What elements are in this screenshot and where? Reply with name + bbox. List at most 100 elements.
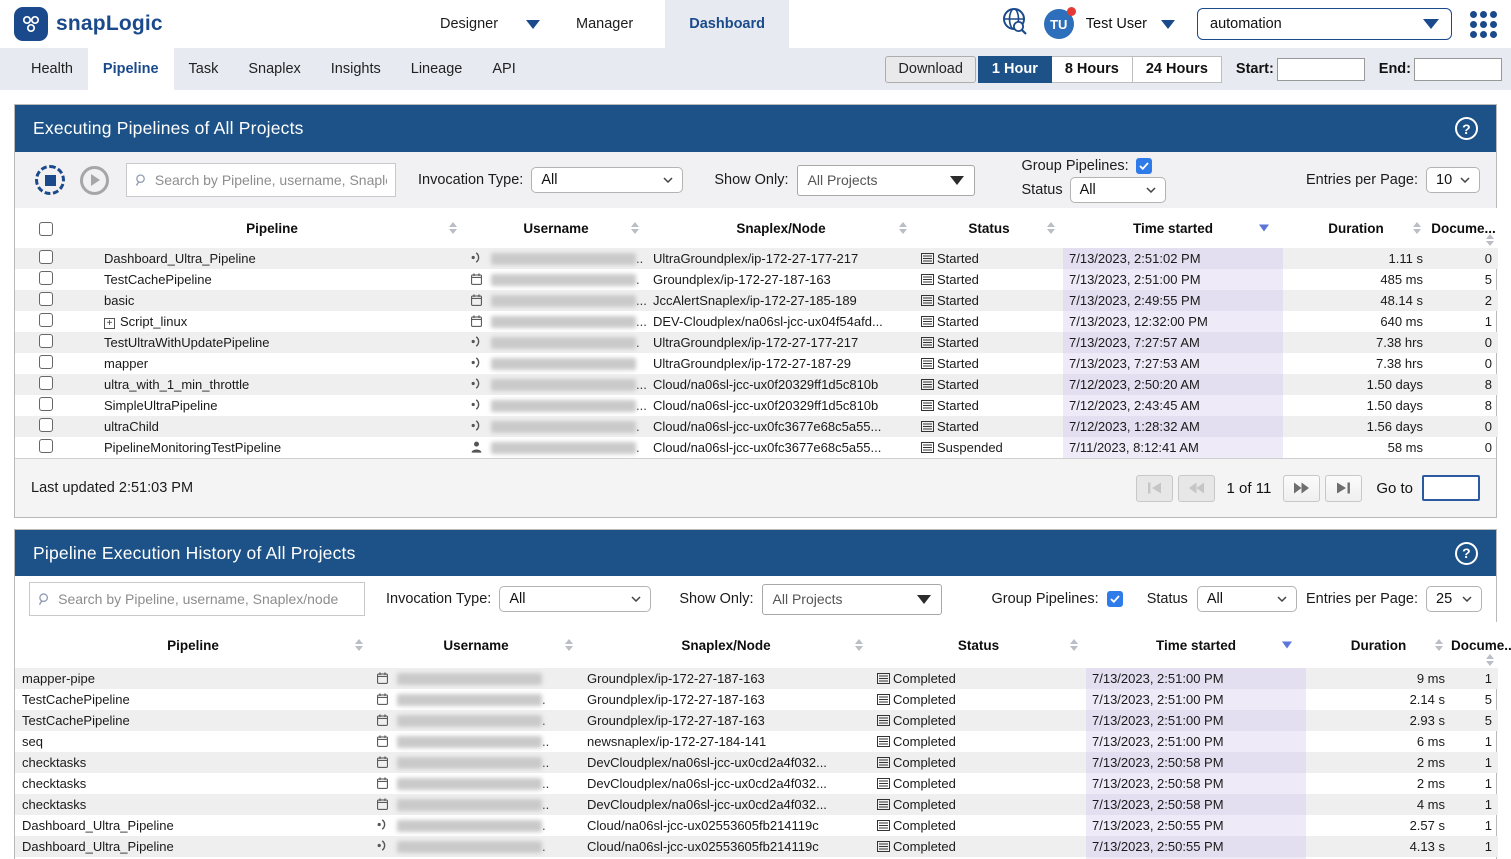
table-row[interactable]: checktasks..DevCloudplex/na06sl-jcc-ux0c… — [15, 773, 1498, 794]
sort-icon[interactable] — [1486, 654, 1494, 666]
table-row[interactable]: TestCachePipeline.Groundplex/ip-172-27-1… — [15, 269, 1498, 290]
help-icon[interactable]: ? — [1455, 117, 1478, 140]
sort-icon[interactable] — [1435, 639, 1443, 651]
invocation-type-select[interactable]: All — [499, 586, 651, 612]
expand-icon[interactable]: + — [104, 318, 115, 329]
group-pipelines-checkbox[interactable] — [1107, 591, 1123, 607]
table-row[interactable]: seq..newsnaplex/ip-172-27-184-141Complet… — [15, 731, 1498, 752]
status-filter-select[interactable]: All — [1197, 586, 1297, 612]
tab-health[interactable]: Health — [16, 48, 88, 90]
time-started-cell: 7/13/2023, 7:27:53 AM — [1063, 353, 1283, 374]
entries-per-page-select[interactable]: 10 — [1426, 167, 1480, 193]
row-checkbox[interactable] — [39, 418, 53, 432]
help-icon[interactable]: ? — [1455, 542, 1478, 565]
table-row[interactable]: TestCachePipeline.Groundplex/ip-172-27-1… — [15, 689, 1498, 710]
sort-icon[interactable] — [631, 222, 639, 234]
org-select[interactable]: automation — [1197, 8, 1452, 40]
tab-snaplex[interactable]: Snaplex — [233, 48, 315, 90]
sort-icon[interactable] — [1047, 222, 1055, 234]
resume-pipeline-button[interactable] — [80, 166, 109, 195]
row-checkbox[interactable] — [39, 250, 53, 264]
table-row[interactable]: +Script_linux...DEV-Cloudplex/na06sl-jcc… — [15, 311, 1498, 332]
tab-task[interactable]: Task — [174, 48, 234, 90]
row-checkbox[interactable] — [39, 313, 53, 327]
table-row[interactable]: Dashboard_Ultra_Pipeline.Cloud/na06sl-jc… — [15, 836, 1498, 857]
row-checkbox[interactable] — [39, 271, 53, 285]
go-to-page-input[interactable] — [1422, 475, 1480, 501]
end-date-input[interactable] — [1414, 58, 1502, 81]
executing-panel-title-bar: Executing Pipelines of All Projects ? — [15, 105, 1496, 152]
table-header-row: Pipeline Username Snaplex/Node Status Ti… — [15, 208, 1498, 248]
executing-search-input[interactable] — [155, 172, 387, 188]
table-row[interactable]: TestCachePipeline.Groundplex/ip-172-27-1… — [15, 710, 1498, 731]
sort-icon[interactable] — [899, 222, 907, 234]
group-pipelines-checkbox[interactable] — [1136, 158, 1152, 174]
snaplogic-logo-icon[interactable] — [14, 7, 48, 41]
nav-dashboard[interactable]: Dashboard — [665, 0, 789, 48]
row-checkbox[interactable] — [39, 376, 53, 390]
table-row[interactable]: Dashboard_Ultra_Pipeline..UltraGroundple… — [15, 248, 1498, 269]
table-row[interactable]: mapper-pipeGroundplex/ip-172-27-187-163C… — [15, 668, 1498, 689]
range-24-hours-button[interactable]: 24 Hours — [1132, 56, 1222, 83]
last-page-button[interactable] — [1325, 475, 1362, 502]
status-filter-select[interactable]: All — [1070, 177, 1166, 203]
sort-icon[interactable] — [355, 639, 363, 651]
masked-username — [491, 274, 636, 286]
apps-grid-icon[interactable] — [1470, 11, 1497, 38]
user-menu-caret-icon[interactable] — [1161, 20, 1175, 29]
table-row[interactable]: basic...JccAlertSnaplex/ip-172-27-185-18… — [15, 290, 1498, 311]
show-only-select[interactable]: All Projects — [797, 165, 975, 196]
range-1-hour-button[interactable]: 1 Hour — [978, 56, 1052, 83]
nav-manager[interactable]: Manager — [566, 0, 643, 48]
nav-designer[interactable]: Designer — [430, 0, 508, 48]
history-search-input[interactable] — [58, 591, 356, 607]
tab-pipeline[interactable]: Pipeline — [88, 48, 174, 90]
table-row[interactable]: checktasks..DevCloudplex/na06sl-jcc-ux0c… — [15, 794, 1498, 815]
table-row[interactable]: SimpleUltraPipeline...Cloud/na06sl-jcc-u… — [15, 395, 1498, 416]
sort-icon[interactable] — [1413, 222, 1421, 234]
row-checkbox[interactable] — [39, 334, 53, 348]
tab-insights[interactable]: Insights — [316, 48, 396, 90]
sort-icon[interactable] — [1486, 234, 1494, 246]
sort-desc-icon[interactable] — [1282, 642, 1292, 649]
col-pipeline: Pipeline — [15, 622, 371, 668]
time-started-cell: 7/12/2023, 2:50:20 AM — [1063, 374, 1283, 395]
username-ellipsis: ... — [636, 377, 647, 392]
global-search-icon[interactable] — [999, 5, 1032, 43]
ultra-invocation-icon — [471, 377, 485, 393]
row-checkbox[interactable] — [39, 292, 53, 306]
sort-icon[interactable] — [449, 222, 457, 234]
tab-lineage[interactable]: Lineage — [396, 48, 478, 90]
sort-icon[interactable] — [1070, 639, 1078, 651]
stop-pipeline-button[interactable] — [35, 165, 65, 195]
table-row[interactable]: Dashboard_Ultra_Pipeline.Cloud/na06sl-jc… — [15, 815, 1498, 836]
select-all-checkbox[interactable] — [39, 222, 53, 236]
avatar-initials: TU — [1050, 17, 1067, 32]
sort-desc-icon[interactable] — [1259, 225, 1269, 232]
entries-per-page-select[interactable]: 25 — [1426, 586, 1482, 612]
designer-caret-icon[interactable] — [526, 20, 540, 29]
table-row[interactable]: ultraChild.Cloud/na06sl-jcc-ux0fc3677e68… — [15, 416, 1498, 437]
table-row[interactable]: TestUltraWithUpdatePipeline.UltraGroundp… — [15, 332, 1498, 353]
sort-icon[interactable] — [565, 639, 573, 651]
sort-icon[interactable] — [855, 639, 863, 651]
download-button[interactable]: Download — [885, 56, 976, 83]
row-checkbox[interactable] — [39, 397, 53, 411]
time-started-cell: 7/13/2023, 2:50:55 PM — [1086, 815, 1306, 836]
user-avatar[interactable]: TU — [1044, 9, 1074, 39]
row-checkbox[interactable] — [39, 439, 53, 453]
table-row[interactable]: ultra_with_1_min_throttle...Cloud/na06sl… — [15, 374, 1498, 395]
previous-page-button[interactable] — [1178, 475, 1215, 502]
next-page-button[interactable] — [1283, 475, 1320, 502]
table-row[interactable]: mapperUltraGroundplex/ip-172-27-187-29St… — [15, 353, 1498, 374]
show-only-select[interactable]: All Projects — [762, 584, 942, 615]
documents-cell: 1 — [1451, 815, 1498, 836]
table-row[interactable]: PipelineMonitoringTestPipeline.Cloud/na0… — [15, 437, 1498, 458]
invocation-type-select[interactable]: All — [531, 167, 683, 193]
range-8-hours-button[interactable]: 8 Hours — [1051, 56, 1133, 83]
row-checkbox[interactable] — [39, 355, 53, 369]
table-row[interactable]: checktasks..DevCloudplex/na06sl-jcc-ux0c… — [15, 752, 1498, 773]
start-date-input[interactable] — [1277, 58, 1365, 81]
first-page-button[interactable] — [1136, 475, 1173, 502]
tab-api[interactable]: API — [477, 48, 530, 90]
